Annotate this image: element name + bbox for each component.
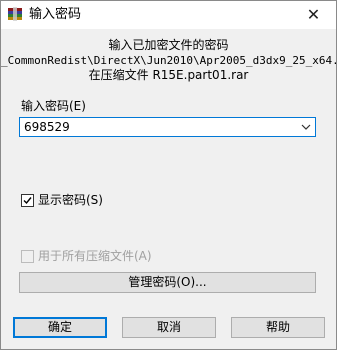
use-for-all-label: 用于所有压缩文件(A) xyxy=(38,249,152,263)
password-combobox[interactable]: 698529 xyxy=(19,117,316,137)
help-button[interactable]: 帮助 xyxy=(231,317,325,338)
password-dialog: 输入密码 ✕ 输入已加密文件的密码 _CommonRedist\DirectX\… xyxy=(0,0,337,350)
manage-passwords-button[interactable]: 管理密码(O)... xyxy=(19,272,316,293)
use-for-all-checkbox xyxy=(21,250,34,263)
prompt-message: 输入已加密文件的密码 xyxy=(108,38,229,52)
title-bar[interactable]: 输入密码 ✕ xyxy=(1,1,336,29)
close-icon[interactable]: ✕ xyxy=(291,1,336,29)
cancel-button[interactable]: 取消 xyxy=(122,317,216,338)
winrar-app-icon xyxy=(8,7,22,21)
password-input[interactable]: 698529 xyxy=(24,120,70,134)
archive-name: 在压缩文件 R15E.part01.rar xyxy=(88,68,249,82)
ok-button[interactable]: 确定 xyxy=(13,317,107,338)
password-label: 输入密码(E) xyxy=(21,99,86,113)
checkmark-icon xyxy=(23,197,32,205)
show-password-label: 显示密码(S) xyxy=(38,193,103,207)
chevron-down-icon[interactable] xyxy=(300,121,312,133)
window-title: 输入密码 xyxy=(29,7,82,22)
show-password-checkbox[interactable] xyxy=(21,194,34,207)
file-path: _CommonRedist\DirectX\Jun2010\Apr2005_d3… xyxy=(1,54,336,67)
